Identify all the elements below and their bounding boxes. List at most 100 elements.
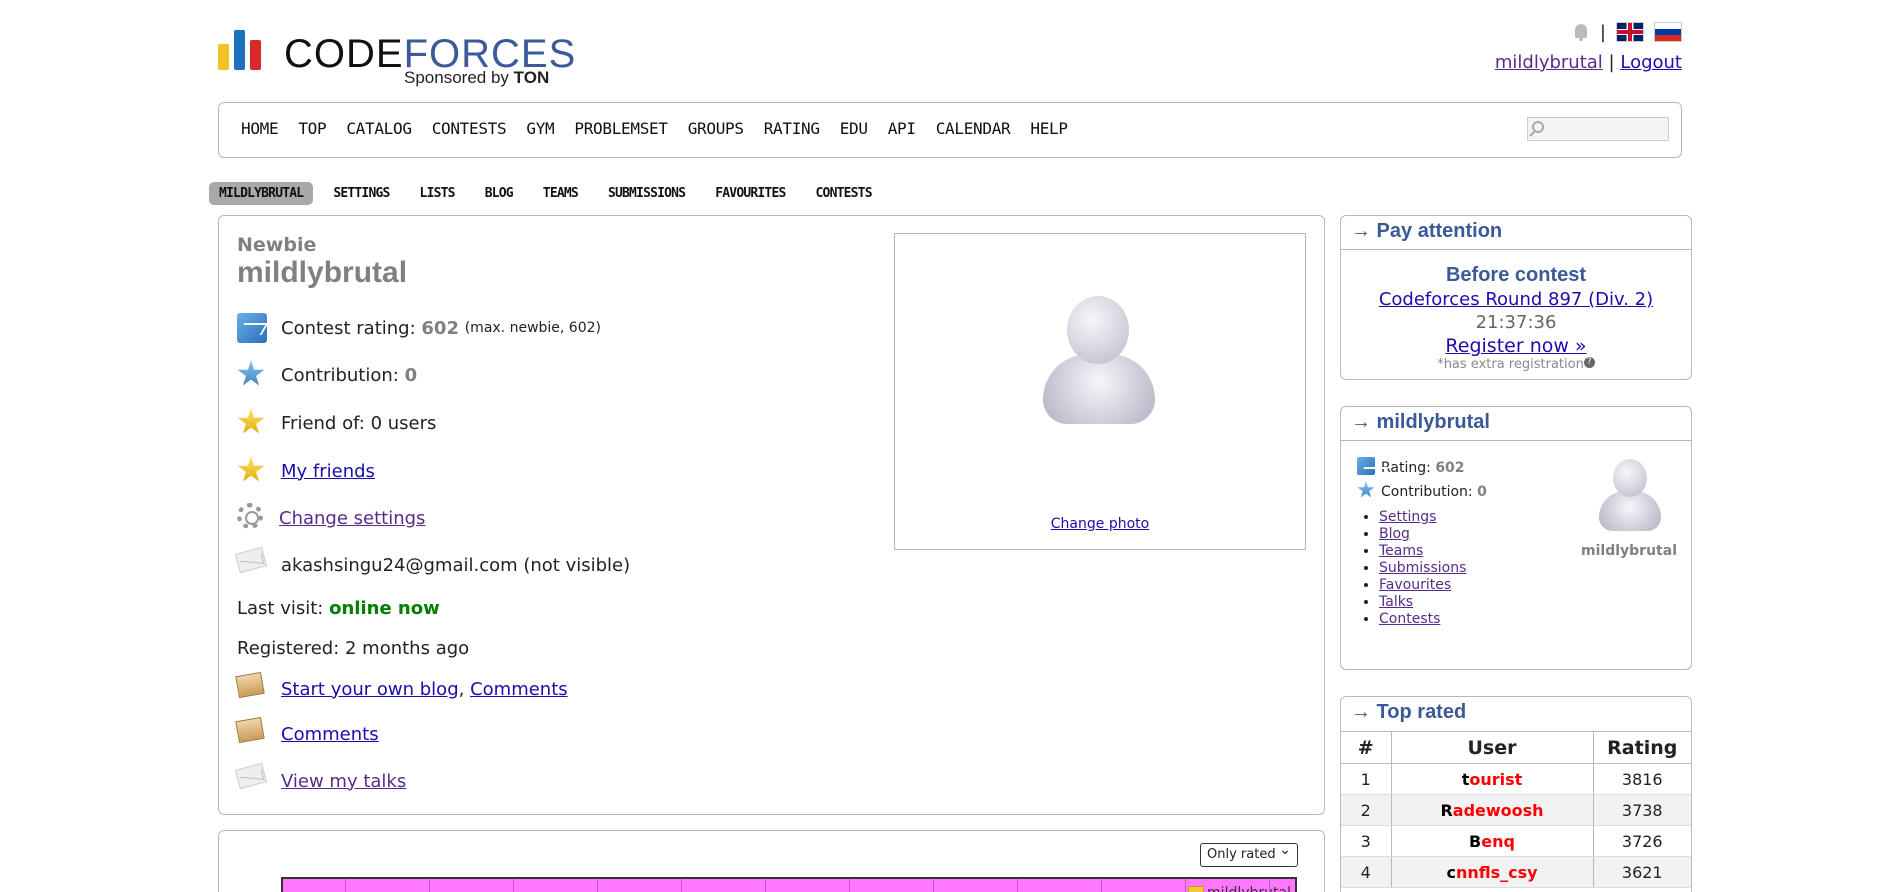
contribution-star-icon [1357, 481, 1375, 498]
menu-rating[interactable]: RATING [764, 119, 820, 138]
russian-flag-icon[interactable] [1654, 22, 1682, 42]
grid-line [1185, 879, 1186, 892]
chart-legend: mildlybrutal [1188, 885, 1291, 892]
blog-notebook-icon [235, 671, 267, 704]
menu-problemset[interactable]: PROBLEMSET [574, 119, 668, 138]
sidebar-link-talks[interactable]: Talks [1379, 594, 1413, 610]
menu-top[interactable]: TOP [298, 119, 326, 138]
grid-line [1017, 879, 1018, 892]
comments-notebook-icon [235, 716, 267, 749]
main-menu: HOME TOP CATALOG CONTESTS GYM PROBLEMSET… [218, 102, 1682, 158]
profile-submenu: MILDLYBRUTAL SETTINGS LISTS BLOG TEAMS S… [209, 182, 892, 205]
menu-catalog[interactable]: CATALOG [346, 119, 412, 138]
tab-contests[interactable]: CONTESTS [806, 182, 882, 205]
col-rating: Rating [1593, 731, 1691, 764]
top-rated-title: → Top rated [1351, 701, 1467, 723]
rating-plot-area[interactable]: mildlybrutal [281, 877, 1297, 892]
menu-api[interactable]: API [888, 119, 916, 138]
change-photo-link[interactable]: Change photo [895, 516, 1305, 532]
grid-line [513, 879, 514, 892]
chart-filter-select[interactable]: Only rated [1200, 842, 1298, 867]
rating-chart-box: Only rated 1900 mildlybrutal [218, 830, 1325, 892]
pay-attention-title: → Pay attention [1341, 216, 1691, 250]
tab-submissions[interactable]: SUBMISSIONS [598, 182, 695, 205]
contribution-row: Contribution: 0 [237, 360, 417, 390]
legend-label: mildlybrutal [1207, 885, 1291, 892]
tab-lists[interactable]: LISTS [410, 182, 465, 205]
my-friends-row: My friends [237, 456, 375, 486]
menu-home[interactable]: HOME [241, 119, 279, 138]
registered-text: Registered: 2 months ago [237, 638, 470, 659]
tab-profile[interactable]: MILDLYBRUTAL [209, 182, 314, 205]
contest-link[interactable]: Codeforces Round 897 (Div. 2) [1379, 289, 1653, 310]
tab-settings[interactable]: SETTINGS [323, 182, 399, 205]
grid-line [849, 879, 850, 892]
sidebar-rating-row: Rating: 602 [1357, 457, 1487, 478]
talks-row: View my talks [234, 762, 406, 796]
change-settings-link[interactable]: Change settings [279, 508, 425, 529]
contribution-value: 0 [404, 364, 418, 386]
tab-favourites[interactable]: FAVOURITES [705, 182, 795, 205]
contest-rating-row: Contest rating: 602 (max. newbie, 602) [237, 313, 601, 343]
change-settings-row: Change settings [237, 503, 425, 533]
comments-link[interactable]: Comments [281, 724, 379, 745]
photo-box: Change photo [894, 233, 1306, 550]
menu-help[interactable]: HELP [1030, 119, 1068, 138]
separator: | [1599, 21, 1606, 43]
sidebar-avatar[interactable] [1599, 459, 1661, 533]
gear-icon [237, 503, 265, 533]
grid-line [597, 879, 598, 892]
email-text: akashsingu24@gmail.com (not visible) [281, 554, 631, 576]
grid-line [681, 879, 682, 892]
sidebar-link-submissions[interactable]: Submissions [1379, 560, 1466, 576]
tab-teams[interactable]: TEAMS [533, 182, 588, 205]
legend-swatch [1188, 886, 1205, 892]
grid-line [765, 879, 766, 892]
user-link[interactable]: Radewoosh [1391, 794, 1594, 826]
register-now-link[interactable]: Register now » [1445, 335, 1586, 357]
sidebar-link-favourites[interactable]: Favourites [1379, 577, 1451, 593]
menu-edu[interactable]: EDU [840, 119, 868, 138]
tab-blog[interactable]: BLOG [475, 182, 523, 205]
start-blog-link[interactable]: Start your own blog [281, 679, 459, 700]
view-talks-link[interactable]: View my talks [281, 771, 406, 792]
contribution-star-icon [237, 360, 267, 390]
comments-inline-link[interactable]: Comments [470, 679, 568, 700]
english-flag-icon[interactable] [1616, 22, 1644, 42]
user-link[interactable]: tourist [1391, 763, 1594, 795]
logout-link[interactable]: Logout [1620, 52, 1682, 73]
sidebar-link-blog[interactable]: Blog [1379, 526, 1410, 542]
registered-row: Registered: 2 months ago [237, 638, 469, 659]
col-user: User [1391, 731, 1594, 764]
menu-calendar[interactable]: CALENDAR [936, 119, 1011, 138]
header-username-link[interactable]: mildlybrutal [1495, 52, 1603, 73]
top-rated-box: → Top rated # User Rating 1 tourist 3816… [1340, 696, 1692, 892]
friends-star-icon [237, 456, 267, 486]
menu-gym[interactable]: GYM [526, 119, 554, 138]
sidebar-contribution-row: Contribution: 0 [1357, 481, 1487, 502]
menu-groups[interactable]: GROUPS [688, 119, 744, 138]
menu-contests[interactable]: CONTESTS [432, 119, 507, 138]
table-row: 1 tourist 3816 [1341, 763, 1691, 795]
codeforces-logo[interactable]: CODEFORCES Sponsored by TON [216, 26, 576, 90]
header-user-area: | mildlybrutal | Logout [1495, 18, 1682, 73]
user-link[interactable]: cnnfls_csy [1391, 856, 1594, 888]
notification-bell-icon[interactable] [1572, 22, 1590, 42]
user-link[interactable]: Benq [1391, 825, 1594, 857]
friend-of-row: Friend of: 0 users [237, 408, 436, 438]
logo-bar-red [250, 40, 261, 70]
online-status: online now [329, 598, 440, 619]
top-rated-table: # User Rating 1 tourist 3816 2 Radewoosh… [1341, 731, 1691, 888]
grid-line [1101, 879, 1102, 892]
sidebar-link-contests[interactable]: Contests [1379, 611, 1440, 627]
logo-bar-yellow [218, 44, 229, 70]
my-friends-link[interactable]: My friends [281, 461, 375, 482]
separator: | [1608, 52, 1615, 73]
search-input[interactable] [1527, 117, 1669, 141]
sidebar-link-settings[interactable]: Settings [1379, 509, 1436, 525]
col-rank: # [1341, 731, 1392, 764]
comments-row: Comments [235, 716, 379, 749]
help-icon[interactable]: ? [1583, 357, 1595, 368]
sidebar-link-teams[interactable]: Teams [1379, 543, 1423, 559]
friend-of-text: Friend of: 0 users [281, 412, 437, 434]
